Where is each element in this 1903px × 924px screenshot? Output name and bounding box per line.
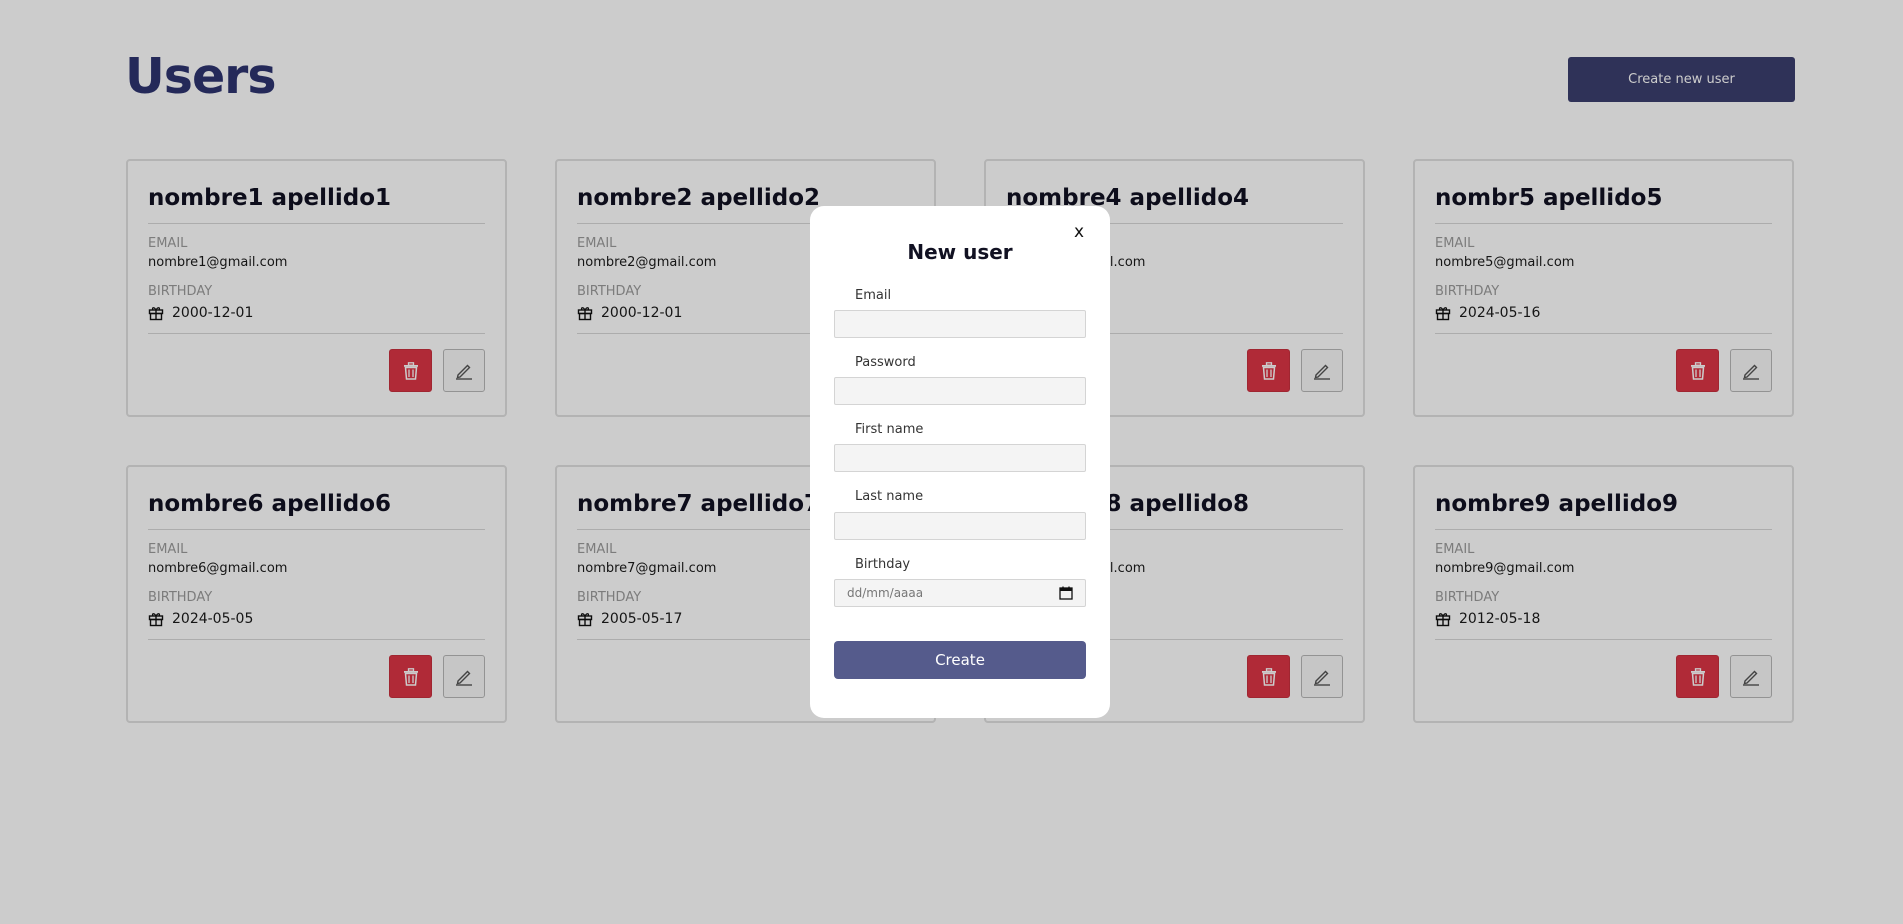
password-field[interactable]: [834, 377, 1086, 405]
birthday-field-label: Birthday: [855, 557, 911, 572]
email-field[interactable]: [834, 310, 1086, 338]
modal-title: New user: [907, 240, 1013, 264]
create-button[interactable]: Create: [834, 641, 1086, 679]
calendar-icon[interactable]: [1059, 586, 1073, 600]
email-field-label: Email: [855, 288, 892, 303]
birthday-date-input[interactable]: dd/mm/aaaa: [834, 579, 1086, 607]
password-field-label: Password: [855, 355, 916, 370]
last-name-field-label: Last name: [855, 489, 924, 504]
first-name-field[interactable]: [834, 444, 1086, 472]
close-button[interactable]: x: [1070, 222, 1088, 242]
birthday-placeholder: dd/mm/aaaa: [847, 586, 924, 600]
last-name-field[interactable]: [834, 512, 1086, 540]
new-user-modal: x New user Email Password First name Las…: [810, 206, 1110, 718]
first-name-field-label: First name: [855, 422, 924, 437]
